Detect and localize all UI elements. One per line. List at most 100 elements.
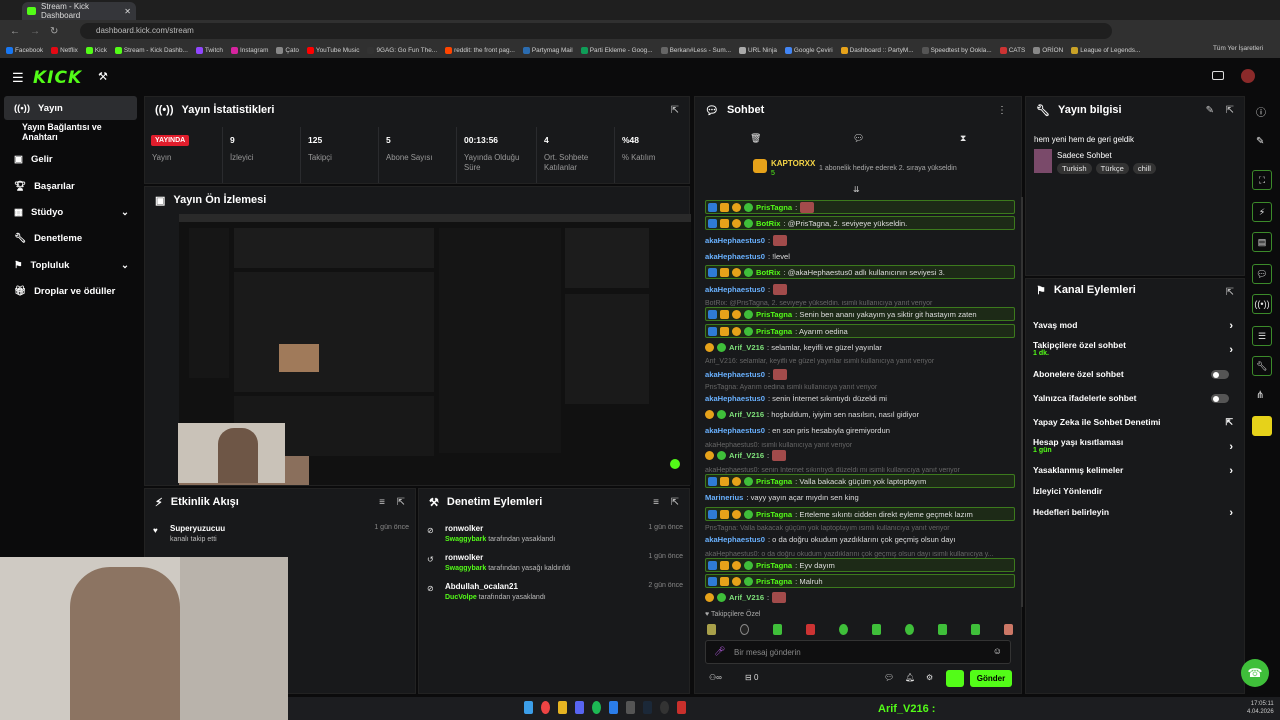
bookmark-item[interactable]: Partymag Mail bbox=[522, 46, 573, 54]
all-bookmarks-link[interactable]: Tüm Yer İşaretleri bbox=[1213, 45, 1263, 52]
bookmark-item[interactable]: URL Ninja bbox=[739, 46, 777, 54]
chat-message[interactable]: Arif_V216: selamlar, keyifli ve güzel ya… bbox=[705, 340, 1015, 354]
bookmark-item[interactable]: Kick bbox=[85, 46, 107, 54]
emote-icon[interactable] bbox=[905, 624, 914, 635]
chat-message[interactable]: akaHephaestus0: senin İnternet sıkıntıyd… bbox=[705, 391, 1015, 405]
chat-username[interactable]: PrisTagna bbox=[756, 561, 792, 570]
rail-button-highlight-icon[interactable] bbox=[1252, 416, 1272, 436]
rail-button-chat-icon[interactable]: 💬︎ bbox=[1252, 264, 1272, 284]
popout-icon[interactable]: ⇱ bbox=[671, 497, 679, 508]
sidebar-item-stream-key[interactable]: Yayın Bağlantısı ve Anahtarı bbox=[4, 120, 137, 144]
bookmark-item[interactable]: Çato bbox=[276, 46, 299, 54]
filter-icon[interactable]: ≡ bbox=[653, 497, 659, 508]
chat-username[interactable]: Arif_V216 bbox=[729, 451, 764, 460]
chat-bubble-icon[interactable]: 💬︎ bbox=[853, 133, 864, 144]
bookmark-item[interactable]: Stream - Kick Dashb... bbox=[114, 46, 188, 54]
chat-username[interactable]: PrisTagna bbox=[756, 310, 792, 319]
bookmark-item[interactable]: Twitch bbox=[195, 46, 223, 54]
app-icon[interactable] bbox=[626, 701, 635, 714]
emote-icon[interactable] bbox=[773, 624, 782, 635]
chat-username[interactable]: akaHephaestus0 bbox=[705, 426, 765, 435]
rail-button-list-icon[interactable]: ☰ bbox=[1252, 326, 1272, 346]
popout-icon[interactable]: ⇱ bbox=[397, 497, 405, 508]
sidebar-item-basarilar[interactable]: 🏆︎ Başarılar bbox=[4, 174, 137, 198]
action-banned-words[interactable]: Yasaklanmış kelimeler › bbox=[1033, 465, 1233, 477]
bookmark-item[interactable]: Google Çeviri bbox=[784, 46, 833, 54]
chat-username[interactable]: akaHephaestus0 bbox=[705, 252, 765, 261]
action-slow-mode[interactable]: Yavaş mod › bbox=[1033, 320, 1233, 332]
emote-icon[interactable] bbox=[839, 624, 848, 635]
bookmark-item[interactable]: YouTube Music bbox=[306, 46, 359, 54]
action-subscribers-only[interactable]: Abonelere özel sohbet bbox=[1033, 369, 1233, 379]
bookmark-item[interactable]: Netflix bbox=[51, 46, 78, 54]
bookmark-item[interactable]: Speedtest by Ookla... bbox=[921, 46, 992, 54]
toggle-switch[interactable] bbox=[1211, 394, 1229, 403]
emote-icon[interactable] bbox=[740, 624, 749, 635]
chat-message[interactable]: PrisTagna: Valla bakacak güçüm yok lapto… bbox=[705, 474, 1015, 488]
steam-icon[interactable] bbox=[643, 701, 652, 714]
obs-icon[interactable] bbox=[660, 701, 669, 714]
chat-message[interactable]: BotRix: @akaHephaestus0 adlı kullanıcını… bbox=[705, 265, 1015, 279]
popout-icon[interactable]: ⇱ bbox=[1226, 287, 1234, 298]
start-icon[interactable] bbox=[524, 701, 533, 714]
chat-username[interactable]: Arif_V216 bbox=[729, 593, 764, 602]
action-emote-only[interactable]: Yalnızca ifadelerle sohbet bbox=[1033, 393, 1233, 403]
chat-message[interactable]: PrisTagna: Senin ben ananı yakayım ya si… bbox=[705, 307, 1015, 321]
send-button[interactable]: Gönder bbox=[970, 670, 1012, 687]
popout-icon[interactable]: ⇱ bbox=[671, 105, 679, 116]
filter-icon[interactable]: ≡ bbox=[379, 497, 385, 508]
emote-icon[interactable] bbox=[1004, 624, 1013, 635]
chat-message[interactable]: PrisTagna: Eyv dayım bbox=[705, 558, 1015, 572]
bookmark-item[interactable]: Instagram bbox=[230, 46, 268, 54]
sidebar-item-studyo[interactable]: ▦ Stüdyo ⌄ bbox=[4, 200, 137, 224]
emote-icon[interactable] bbox=[938, 624, 947, 635]
hourglass-icon[interactable]: ⧗ bbox=[960, 133, 966, 144]
bookmark-item[interactable]: Parti Ekleme - Goog... bbox=[580, 46, 653, 54]
edit-icon[interactable]: ✎ bbox=[1206, 105, 1214, 116]
mic-icon[interactable]: 🎤︎ bbox=[714, 646, 725, 657]
users-icon[interactable]: ⚇∞ bbox=[709, 673, 722, 682]
action-raid[interactable]: İzleyici Yönlendir bbox=[1033, 486, 1233, 496]
action-goals[interactable]: Hedefleri belirleyin › bbox=[1033, 507, 1233, 519]
discord-icon[interactable] bbox=[575, 701, 584, 714]
chat-message[interactable]: Arif_V216: bbox=[705, 448, 1015, 462]
back-icon[interactable]: ← bbox=[10, 26, 20, 37]
chat-message[interactable]: Marinerius: vayy yayın açar mıydın sen k… bbox=[705, 490, 1015, 504]
bookmark-item[interactable]: Berkan#Less - Sum... bbox=[660, 46, 731, 54]
emote-icon[interactable] bbox=[707, 624, 716, 635]
sidebar-item-droplar[interactable]: 🎁︎ Droplar ve ödüller bbox=[4, 279, 137, 303]
hammer-icon[interactable]: ⚒ bbox=[98, 70, 108, 83]
kick-bot-icon[interactable] bbox=[946, 670, 964, 687]
bookmark-item[interactable]: Facebook bbox=[6, 46, 43, 54]
chat-message[interactable]: akaHephaestus0: bbox=[705, 367, 1015, 381]
chat-username[interactable]: PrisTagna bbox=[756, 477, 792, 486]
forward-icon[interactable]: → bbox=[30, 26, 40, 37]
popout-icon[interactable]: ⇱ bbox=[1226, 105, 1234, 116]
url-field[interactable]: dashboard.kick.com/stream bbox=[80, 23, 1112, 39]
gear-icon[interactable]: ⚙ bbox=[926, 673, 933, 682]
sidebar-item-gelir[interactable]: ▣ Gelir bbox=[4, 147, 137, 171]
chat-username[interactable]: PrisTagna bbox=[756, 203, 792, 212]
rail-button-note-icon[interactable]: ▤ bbox=[1252, 232, 1272, 252]
chat-username[interactable]: PrisTagna bbox=[756, 327, 792, 336]
browser-tab[interactable]: Stream - Kick Dashboard ✕ bbox=[22, 2, 136, 20]
sidebar-item-topluluk[interactable]: ⚑ Topluluk ⌄ bbox=[4, 253, 137, 277]
bookmark-item[interactable]: CATS bbox=[999, 46, 1025, 54]
chat-message[interactable]: PrisTagna: bbox=[705, 200, 1015, 214]
app-icon[interactable] bbox=[609, 701, 618, 714]
chat-message[interactable]: akaHephaestus0: o da doğru okudum yazdık… bbox=[705, 532, 1015, 546]
trash-icon[interactable]: 🗑︎ bbox=[750, 133, 761, 144]
chat-message[interactable]: Arif_V216: bbox=[705, 590, 1015, 604]
chat-message[interactable]: PrisTagna: Erteleme sıkıntı cidden direk… bbox=[705, 507, 1015, 521]
reload-icon[interactable]: ↻ bbox=[50, 26, 58, 37]
edit-icon[interactable]: ✎ bbox=[1256, 136, 1264, 147]
chat-username[interactable]: akaHephaestus0 bbox=[705, 285, 765, 294]
chat-username[interactable]: akaHephaestus0 bbox=[705, 370, 765, 379]
chat-message[interactable]: PrisTagna: Malruh bbox=[705, 574, 1015, 588]
chat-username[interactable]: akaHephaestus0 bbox=[705, 236, 765, 245]
menu-icon[interactable]: ☰ bbox=[12, 70, 24, 86]
chat-input[interactable]: 🎤︎ Bir mesaj gönderin ☺ bbox=[705, 640, 1011, 664]
action-followers-only[interactable]: Takipçilere özel sohbet 1 dk. › bbox=[1033, 340, 1233, 357]
support-button[interactable]: ☎ bbox=[1241, 659, 1269, 687]
chat-message[interactable]: akaHephaestus0: en son pris hesabıyla gi… bbox=[705, 423, 1015, 437]
